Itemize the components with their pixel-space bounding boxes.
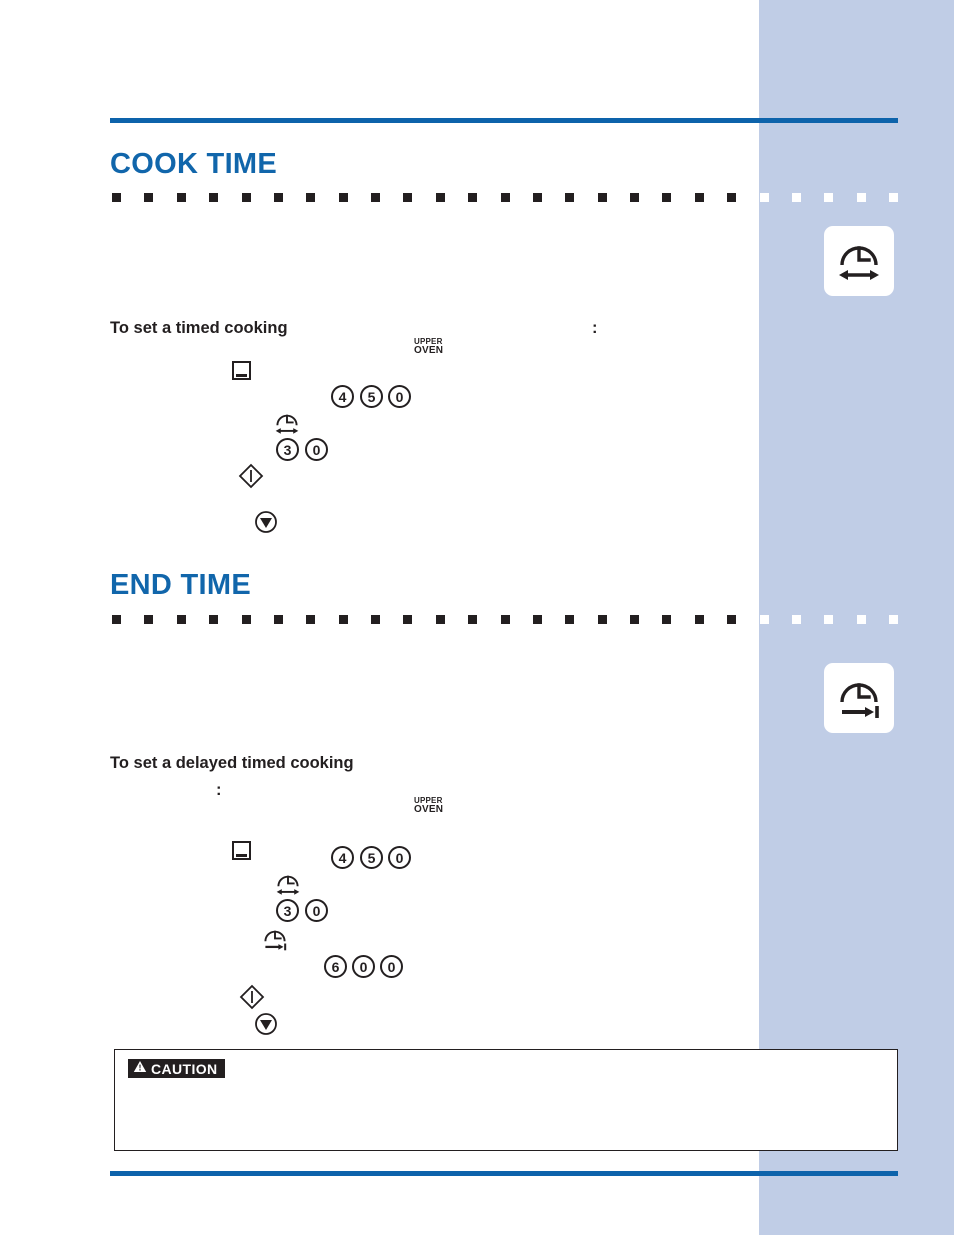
cook-time-clock-icon[interactable] — [274, 410, 300, 436]
separator-square — [435, 193, 445, 202]
separator-cook-time — [112, 193, 898, 202]
separator-square — [273, 615, 283, 624]
separator-square — [338, 615, 348, 624]
warning-triangle-icon — [133, 1060, 147, 1078]
separator-square-knockout — [824, 193, 834, 202]
separator-square — [338, 193, 348, 202]
start-icon[interactable] — [239, 984, 265, 1010]
top-rule — [110, 118, 898, 123]
separator-square — [565, 193, 575, 202]
separator-square-knockout — [791, 193, 801, 202]
separator-square — [306, 193, 316, 202]
panel-label-upper-oven: UPPER OVEN — [414, 337, 444, 357]
oven-bake-icon[interactable] — [232, 361, 251, 380]
cancel-icon[interactable] — [254, 1012, 278, 1036]
separator-square — [662, 193, 672, 202]
numeric-key[interactable]: 0 — [380, 955, 403, 978]
separator-square — [112, 193, 121, 202]
separator-square — [565, 615, 575, 624]
separator-square-knockout — [889, 193, 898, 202]
separator-square-knockout — [856, 193, 866, 202]
clock-double-arrow-icon — [836, 239, 882, 283]
panel-label-line2: OVEN — [414, 804, 444, 816]
manual-page: COOK TIME To set a timed cooking: UPPER… — [0, 0, 954, 1235]
caution-box: CAUTION — [114, 1049, 898, 1151]
numeric-key[interactable]: 5 — [360, 846, 383, 869]
separator-square — [241, 193, 251, 202]
separator-square — [694, 615, 704, 624]
sub-heading-delayed-timed-cooking: To set a delayed timed cooking — [110, 754, 354, 772]
separator-square — [371, 193, 380, 202]
separator-square — [176, 615, 186, 624]
separator-square-knockout — [791, 615, 801, 624]
separator-end-time — [112, 615, 898, 624]
separator-square — [144, 193, 154, 202]
separator-square — [500, 615, 510, 624]
separator-square — [532, 193, 542, 202]
sub-heading-timed-cooking: To set a timed cooking — [110, 319, 288, 337]
separator-square — [597, 193, 607, 202]
separator-square — [630, 193, 639, 202]
separator-square — [727, 193, 737, 202]
residual-colon: : — [216, 781, 222, 799]
separator-square-knockout — [824, 615, 834, 624]
panel-label-upper-oven: UPPER OVEN — [414, 796, 444, 816]
start-icon[interactable] — [238, 463, 264, 489]
separator-square — [371, 615, 380, 624]
numeric-key[interactable]: 6 — [324, 955, 347, 978]
clock-arrow-to-bar-icon — [836, 676, 882, 720]
numeric-key[interactable]: 3 — [276, 899, 299, 922]
separator-square — [662, 615, 672, 624]
numeric-key[interactable]: 0 — [305, 899, 328, 922]
separator-square-knockout — [759, 193, 769, 202]
numeric-key[interactable]: 4 — [331, 385, 354, 408]
end-time-clock-icon[interactable] — [262, 926, 288, 952]
page-title-end-time: END TIME — [110, 569, 251, 601]
separator-square — [468, 615, 478, 624]
numeric-key[interactable]: 0 — [352, 955, 375, 978]
numeric-key[interactable]: 3 — [276, 438, 299, 461]
numeric-key[interactable]: 0 — [388, 385, 411, 408]
separator-square — [176, 193, 186, 202]
cook-time-key-badge[interactable] — [824, 226, 894, 296]
end-time-key-badge[interactable] — [824, 663, 894, 733]
page-title-cook-time: COOK TIME — [110, 148, 278, 180]
separator-square — [500, 193, 510, 202]
separator-square — [403, 615, 413, 624]
residual-colon: : — [592, 319, 598, 337]
oven-bake-icon[interactable] — [232, 841, 251, 860]
separator-square-knockout — [856, 615, 866, 624]
separator-square — [241, 615, 251, 624]
separator-square — [468, 193, 478, 202]
numeric-key[interactable]: 0 — [388, 846, 411, 869]
separator-square-knockout — [889, 615, 898, 624]
bottom-rule — [110, 1171, 898, 1176]
separator-square — [597, 615, 607, 624]
separator-square — [306, 615, 316, 624]
separator-square — [209, 615, 219, 624]
separator-square — [112, 615, 121, 624]
separator-square — [209, 193, 219, 202]
separator-square — [727, 615, 737, 624]
separator-square-knockout — [759, 615, 769, 624]
caution-label: CAUTION — [151, 1060, 218, 1077]
cancel-icon[interactable] — [254, 510, 278, 534]
numeric-key[interactable]: 4 — [331, 846, 354, 869]
numeric-key[interactable]: 5 — [360, 385, 383, 408]
separator-square — [694, 193, 704, 202]
separator-square — [630, 615, 639, 624]
numeric-key[interactable]: 0 — [305, 438, 328, 461]
separator-square — [403, 193, 413, 202]
separator-square — [435, 615, 445, 624]
separator-square — [532, 615, 542, 624]
panel-label-line2: OVEN — [414, 345, 444, 357]
status-badge-caution: CAUTION — [128, 1059, 225, 1078]
cook-time-clock-icon[interactable] — [275, 871, 301, 897]
separator-square — [144, 615, 154, 624]
separator-square — [273, 193, 283, 202]
